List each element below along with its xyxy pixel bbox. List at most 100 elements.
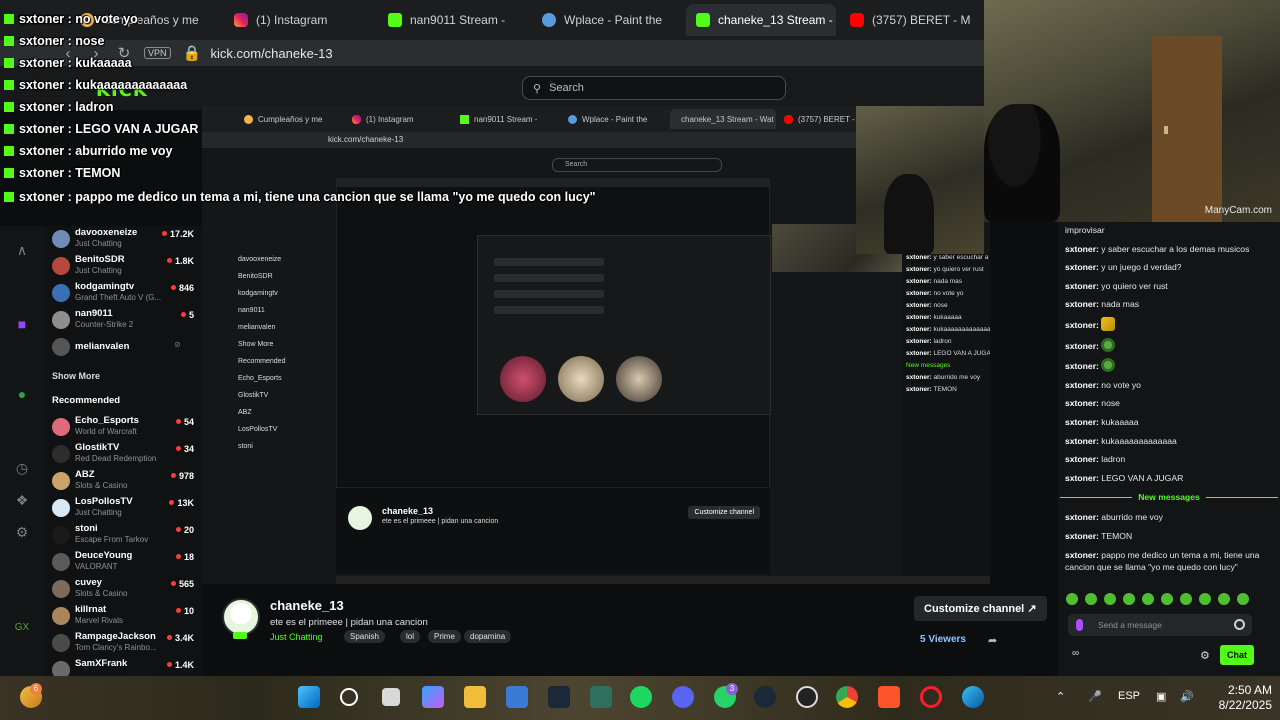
chat-message-input[interactable]: Send a message <box>1068 614 1252 636</box>
show-more-link[interactable]: Show More <box>44 371 202 381</box>
file-explorer-icon[interactable] <box>464 686 486 708</box>
volume-icon[interactable]: 🔊 <box>1180 690 1194 703</box>
microphone-icon[interactable] <box>1076 619 1083 631</box>
emote-icon[interactable] <box>1199 593 1211 605</box>
sidebar-channel[interactable]: nan9011 Counter-Strike 2 5 <box>44 307 202 334</box>
settings-icon[interactable]: ⚙ <box>14 524 30 540</box>
sidebar-channel[interactable]: cuvey Slots & Casino 565 <box>44 576 202 603</box>
emote-icon[interactable] <box>1066 593 1078 605</box>
external-link-icon: ↗ <box>1027 603 1037 615</box>
viewer-count: 54 <box>176 417 194 427</box>
obs-icon[interactable] <box>796 686 818 708</box>
sidebar-channel[interactable]: RampageJackson Tom Clancy's Rainbo... 3.4K <box>44 630 202 657</box>
browse-icon[interactable]: ∧ <box>14 242 30 258</box>
channel-category: Just Chatting <box>75 239 122 248</box>
channel-name: nan9011 <box>75 308 113 319</box>
avatar <box>52 580 70 598</box>
brave-icon[interactable] <box>878 686 900 708</box>
emote-icon[interactable] <box>1142 593 1154 605</box>
sidebar-channel[interactable]: BenitoSDR Just Chatting 1.8K <box>44 253 202 280</box>
twitch-icon[interactable]: ■ <box>14 316 30 332</box>
category-link[interactable]: Just Chatting <box>270 632 323 642</box>
kick-icon <box>4 14 14 24</box>
extensions-icon[interactable]: ❖ <box>14 492 30 508</box>
emote-icon[interactable] <box>1180 593 1192 605</box>
tab-label: chaneke_13 Stream - Wat <box>718 13 836 27</box>
avatar[interactable] <box>222 598 260 636</box>
channel-name: melianvalen <box>75 341 130 352</box>
search-icon[interactable] <box>340 688 358 706</box>
tag-chip[interactable]: Prime <box>428 630 461 643</box>
tag-chip[interactable]: Spanish <box>344 630 385 643</box>
chat-message: sxtoner: LEGO VAN A JUGAR <box>1065 472 1184 483</box>
steam-icon[interactable] <box>548 686 570 708</box>
steam-icon[interactable] <box>754 686 776 708</box>
emote-icon[interactable] <box>1104 593 1116 605</box>
overlay-line: sxtoner : nose <box>4 34 104 48</box>
chat-message: sxtoner: kukaaaaaaaaaaaaa <box>1065 435 1177 446</box>
nested-channel: Echo_Esports <box>238 375 282 382</box>
emote-icon[interactable] <box>1123 593 1135 605</box>
avatar <box>52 634 70 652</box>
spotify-icon[interactable] <box>630 686 652 708</box>
sidebar-channel[interactable]: LosPollosTV Just Chatting 13K <box>44 495 202 522</box>
store-icon[interactable] <box>506 686 528 708</box>
sidebar-channel[interactable]: SamXFrank 1.4K <box>44 657 202 676</box>
emote-icon[interactable] <box>1237 593 1249 605</box>
language-indicator[interactable]: ESP <box>1118 690 1140 702</box>
chat-message: sxtoner: y saber escuchar a los demas mu… <box>1065 243 1250 254</box>
spotify-icon[interactable]: ● <box>14 386 30 402</box>
edge-icon[interactable] <box>962 686 984 708</box>
chevron-up-icon[interactable]: ⌃ <box>1056 690 1065 703</box>
chat-message: sxtoner: <box>1058 337 1280 352</box>
new-messages-divider[interactable]: New messages <box>1058 490 1280 504</box>
copilot-icon[interactable] <box>422 686 444 708</box>
sidebar-channel[interactable]: Echo_Esports World of Warcraft 54 <box>44 414 202 441</box>
tab-youtube[interactable]: (3757) BERET - M <box>840 4 990 36</box>
sidebar-channel[interactable]: GlostikTV Red Dead Redemption 34 <box>44 441 202 468</box>
sidebar-channel[interactable]: ABZ Slots & Casino 978 <box>44 468 202 495</box>
channel-name: GlostikTV <box>75 442 120 453</box>
gx-icon[interactable]: GX <box>14 620 30 636</box>
nested-chat-line: sxtoner: y saber escuchar a los demas mu… <box>906 254 990 261</box>
gear-icon[interactable]: ⚙ <box>1200 649 1210 662</box>
nested-channel: kodgamingtv <box>238 290 278 297</box>
share-icon[interactable]: ➦ <box>988 634 997 647</box>
sidebar-channel[interactable]: DeuceYoung VALORANT 18 <box>44 549 202 576</box>
discord-icon[interactable] <box>672 686 694 708</box>
sidebar: davooxeneize Just Chatting 17.2K BenitoSDR… <box>44 226 202 676</box>
viewer-count: 20 <box>176 525 194 535</box>
app-icon[interactable] <box>590 686 612 708</box>
tag-chip[interactable]: lol <box>400 630 421 643</box>
streamer-name[interactable]: chaneke_13 <box>270 598 344 613</box>
clock[interactable]: 2:50 AM 8/22/2025 <box>1219 683 1272 713</box>
emote-icon[interactable] <box>1161 593 1173 605</box>
tag-chip[interactable]: dopamina <box>464 630 512 643</box>
tab-chaneke[interactable]: chaneke_13 Stream - Wat <box>686 4 836 36</box>
task-view-icon[interactable] <box>382 688 400 706</box>
network-icon[interactable]: ▣ <box>1156 690 1166 703</box>
sidebar-channel[interactable]: stoni Escape From Tarkov 20 <box>44 522 202 549</box>
chat-send-button[interactable]: Chat <box>1220 645 1254 665</box>
link-icon[interactable]: ∞ <box>1072 648 1079 659</box>
tab-label: (3757) BERET - M <box>872 13 971 27</box>
customize-channel-button[interactable]: Customize channel ↗ <box>914 596 1047 621</box>
history-icon[interactable]: ◷ <box>14 460 30 476</box>
channel-category: VALORANT <box>75 562 118 571</box>
notification-badge: 3 <box>726 683 738 695</box>
emoji-icon[interactable] <box>1234 619 1245 630</box>
sidebar-channel[interactable]: killrnat Marvel Rivals 10 <box>44 603 202 630</box>
chat-message: sxtoner: aburrido me voy <box>1065 512 1163 523</box>
nested-channel: davooxeneize <box>238 256 282 263</box>
sidebar-channel-offline[interactable]: melianvalen ⊘ <box>44 334 202 361</box>
emote-icon[interactable] <box>1085 593 1097 605</box>
nested-customize: Customize channel <box>688 506 760 519</box>
sidebar-channel[interactable]: kodgamingtv Grand Theft Auto V (G... 846 <box>44 280 202 307</box>
opera-gx-icon[interactable] <box>920 686 942 708</box>
chat-message: sxtoner: pappo me dedico un tema a mi, t… <box>1065 549 1260 572</box>
windows-start-icon[interactable] <box>298 686 320 708</box>
microphone-icon[interactable]: 🎤 <box>1088 690 1102 703</box>
nested-chat: sxtoner: y saber escuchar a los demas mu… <box>902 254 990 584</box>
emote-icon[interactable] <box>1218 593 1230 605</box>
chrome-icon[interactable] <box>836 686 858 708</box>
